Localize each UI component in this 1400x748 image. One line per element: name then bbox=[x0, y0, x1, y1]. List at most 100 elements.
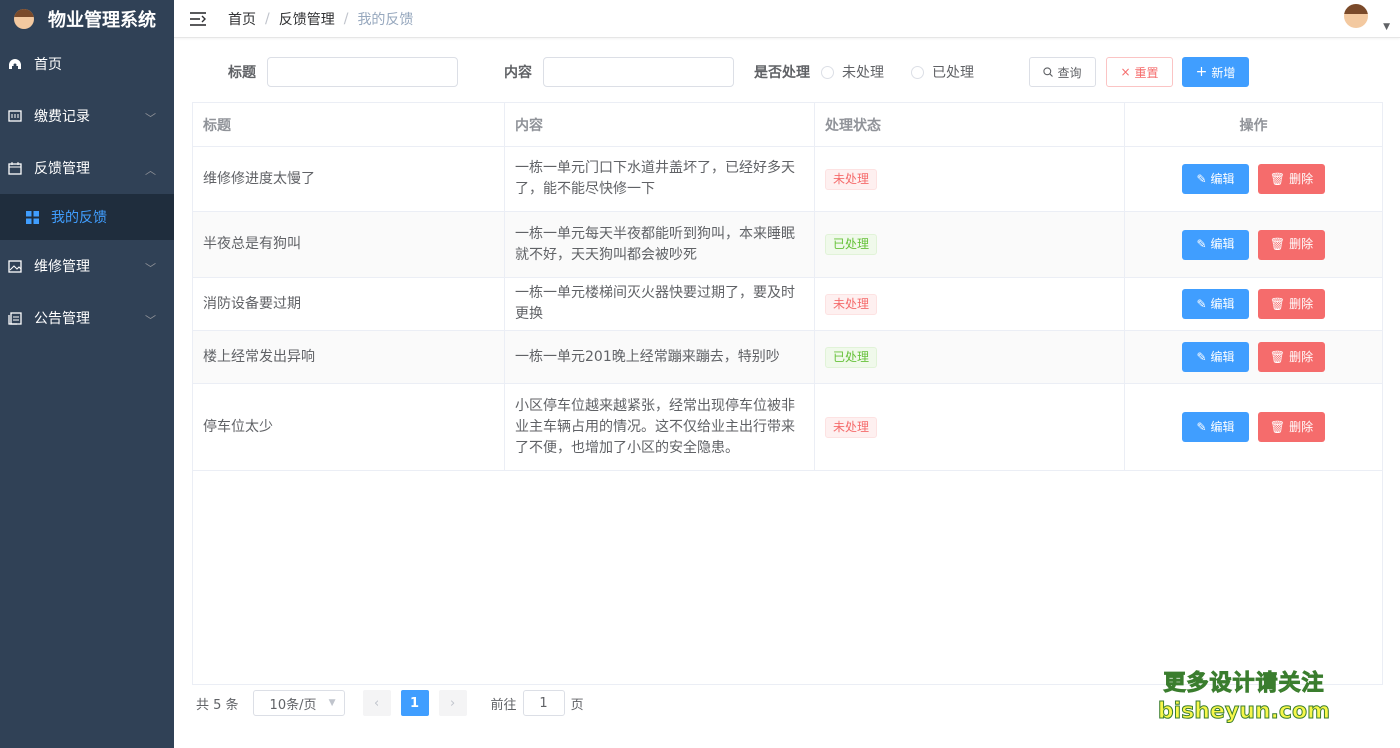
sidebar: 物业管理系统 首页 缴费记录 ﹀ 反馈管理 ︿ 我的反馈 维修管理 ﹀ 公告管理… bbox=[0, 0, 174, 748]
sidebar-item-label: 公告管理 bbox=[34, 311, 90, 327]
delete-button[interactable]: 🗑 删除 bbox=[1258, 289, 1325, 319]
caret-down-icon[interactable]: ▼ bbox=[1383, 22, 1390, 32]
cell-title: 楼上经常发出异响 bbox=[193, 331, 505, 383]
status-badge: 已处理 bbox=[825, 234, 878, 255]
edit-button[interactable]: ✎ 编辑 bbox=[1182, 229, 1249, 260]
sidebar-item-home[interactable]: 首页 bbox=[0, 38, 174, 90]
delete-label: 删除 bbox=[1289, 349, 1314, 364]
table-row: 停车位太少 小区停车位越来越紧张，经常出现停车位被非业主车辆占用的情况。这不仅给… bbox=[193, 384, 1382, 471]
trash-icon: 🗑 bbox=[1269, 171, 1286, 186]
delete-button[interactable]: 🗑 删除 bbox=[1258, 412, 1325, 442]
sidebar-item-feedback[interactable]: 反馈管理 ︿ bbox=[0, 142, 174, 194]
header-actions: 操作 bbox=[1239, 117, 1268, 134]
radio-label: 已处理 bbox=[932, 65, 974, 81]
status-badge: 未处理 bbox=[825, 416, 878, 438]
breadcrumb-current: 我的反馈 bbox=[357, 11, 414, 28]
edit-label: 编辑 bbox=[1210, 171, 1235, 186]
page-size-select[interactable]: 10条/页 ▼ bbox=[252, 690, 345, 716]
header-title: 标题 bbox=[193, 103, 505, 146]
prev-page-button[interactable]: ‹ bbox=[362, 690, 391, 716]
trash-icon: 🗑 bbox=[1269, 419, 1286, 434]
radio-unhandled[interactable]: 未处理 bbox=[821, 62, 884, 82]
radio-handled[interactable]: 已处理 bbox=[911, 62, 974, 82]
breadcrumb-separator: / bbox=[265, 10, 270, 27]
cell-title: 停车位太少 bbox=[193, 384, 505, 470]
cell-actions: ✎ 编辑 🗑 删除 bbox=[1125, 331, 1382, 383]
breadcrumb-separator: / bbox=[343, 10, 349, 27]
chevron-down-icon: ﹀ bbox=[145, 112, 156, 125]
search-form: 标题 内容 是否处理 未处理 已处理 查询 × 重置 + 新增 bbox=[192, 54, 1384, 90]
edit-icon: ✎ bbox=[1196, 171, 1207, 186]
cell-status: 已处理 bbox=[815, 212, 1125, 277]
sidebar-item-repair[interactable]: 维修管理 ﹀ bbox=[0, 240, 174, 292]
add-button[interactable]: + 新增 bbox=[1182, 57, 1249, 87]
title-input[interactable] bbox=[267, 57, 458, 87]
delete-button[interactable]: 🗑 删除 bbox=[1258, 229, 1325, 260]
table-header: 标题 内容 处理状态 操作 bbox=[193, 103, 1382, 147]
table-row: 消防设备要过期 一栋一单元楼梯间灭火器快要过期了，要及时更换 未处理 ✎ 编辑 🗑… bbox=[193, 278, 1382, 331]
cell-status: 未处理 bbox=[815, 147, 1125, 211]
query-button[interactable]: 查询 bbox=[1029, 57, 1096, 87]
sidebar-item-label: 反馈管理 bbox=[34, 161, 90, 177]
logo-avatar-icon bbox=[14, 9, 34, 29]
feedback-table: 标题 内容 处理状态 操作 维修修进度太慢了 一栋一单元门口下水道井盖坏了，已经… bbox=[192, 102, 1383, 685]
edit-button[interactable]: ✎ 编辑 bbox=[1182, 342, 1249, 372]
cell-title: 维修修进度太慢了 bbox=[193, 147, 505, 211]
sidebar-item-payment[interactable]: 缴费记录 ﹀ bbox=[0, 90, 174, 142]
edit-button[interactable]: ✎ 编辑 bbox=[1182, 289, 1249, 319]
cell-title: 消防设备要过期 bbox=[193, 278, 505, 330]
cell-actions: ✎ 编辑 🗑 删除 bbox=[1125, 212, 1382, 277]
cell-content: 小区停车位越来越紧张，经常出现停车位被非业主车辆占用的情况。这不仅给业主出行带来… bbox=[505, 384, 815, 470]
sidebar-item-label: 缴费记录 bbox=[34, 109, 90, 125]
status-badge: 已处理 bbox=[825, 346, 878, 368]
sidebar-item-my-feedback[interactable]: 我的反馈 bbox=[0, 194, 174, 240]
edit-label: 编辑 bbox=[1210, 419, 1235, 434]
edit-label: 编辑 bbox=[1210, 237, 1235, 251]
title-label: 标题 bbox=[228, 65, 256, 81]
watermark: 更多设计请关注 bisheyun.com bbox=[1157, 670, 1330, 726]
delete-label: 删除 bbox=[1289, 419, 1314, 434]
cell-content: 一栋一单元门口下水道井盖坏了，已经好多天了，能不能尽快修一下 bbox=[505, 147, 815, 211]
sidebar-item-label: 维修管理 bbox=[34, 259, 90, 275]
goto-page-input[interactable]: 1 bbox=[522, 690, 565, 716]
cell-actions: ✎ 编辑 🗑 删除 bbox=[1125, 384, 1382, 470]
header-content: 内容 bbox=[505, 103, 815, 146]
user-avatar[interactable] bbox=[1344, 4, 1368, 28]
cell-content: 一栋一单元每天半夜都能听到狗叫，本来睡眠就不好，天天狗叫都会被吵死 bbox=[505, 212, 815, 277]
delete-button[interactable]: 🗑 删除 bbox=[1258, 342, 1325, 372]
watermark-line2: bisheyun.com bbox=[1157, 699, 1330, 725]
next-page-button[interactable]: › bbox=[438, 690, 467, 716]
header-status: 处理状态 bbox=[815, 103, 1125, 146]
edit-label: 编辑 bbox=[1210, 349, 1235, 364]
cell-status: 已处理 bbox=[815, 331, 1125, 383]
content-input[interactable] bbox=[543, 57, 734, 87]
breadcrumb-feedback[interactable]: 反馈管理 bbox=[279, 9, 335, 29]
edit-button[interactable]: ✎ 编辑 bbox=[1182, 164, 1249, 194]
dashboard-icon bbox=[8, 57, 22, 71]
chevron-down-icon: ▼ bbox=[328, 698, 336, 708]
table-row: 楼上经常发出异响 一栋一单元201晚上经常蹦来蹦去，特别吵 已处理 ✎ 编辑 🗑 删… bbox=[193, 331, 1382, 384]
reset-button[interactable]: × 重置 bbox=[1106, 57, 1173, 87]
table-row: 维修修进度太慢了 一栋一单元门口下水道井盖坏了，已经好多天了，能不能尽快修一下 … bbox=[193, 147, 1382, 212]
hamburger-icon[interactable] bbox=[190, 11, 206, 26]
close-icon: × bbox=[1120, 65, 1131, 79]
edit-button[interactable]: ✎ 编辑 bbox=[1182, 412, 1249, 442]
cell-content: 一栋一单元201晚上经常蹦来蹦去，特别吵 bbox=[505, 331, 815, 383]
table-row: 半夜总是有狗叫 一栋一单元每天半夜都能听到狗叫，本来睡眠就不好，天天狗叫都会被吵… bbox=[193, 212, 1382, 278]
goto-suffix: 页 bbox=[570, 697, 584, 713]
chevron-up-icon: ︿ bbox=[145, 164, 156, 177]
calendar-icon bbox=[8, 161, 22, 175]
delete-label: 删除 bbox=[1289, 171, 1314, 186]
status-badge: 未处理 bbox=[825, 168, 878, 190]
logo[interactable]: 物业管理系统 bbox=[0, 0, 174, 38]
breadcrumb-home[interactable]: 首页 bbox=[228, 9, 256, 29]
edit-icon: ✎ bbox=[1196, 419, 1207, 434]
cell-actions: ✎ 编辑 🗑 删除 bbox=[1125, 278, 1382, 330]
handled-label: 是否处理 bbox=[754, 65, 810, 81]
sidebar-item-label: 我的反馈 bbox=[51, 210, 107, 226]
sidebar-item-notice[interactable]: 公告管理 ﹀ bbox=[0, 292, 174, 344]
page-number-current[interactable]: 1 bbox=[400, 690, 429, 716]
chevron-down-icon: ﹀ bbox=[145, 314, 156, 327]
edit-icon: ✎ bbox=[1196, 349, 1207, 364]
delete-button[interactable]: 🗑 删除 bbox=[1258, 164, 1325, 194]
